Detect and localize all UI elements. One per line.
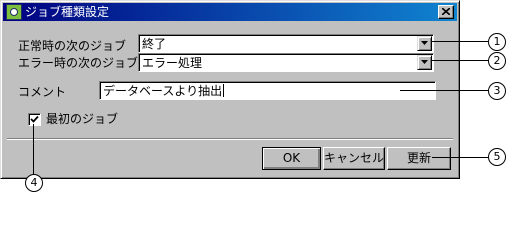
first-job-checkbox[interactable]: [28, 113, 41, 126]
callout-5: 5: [488, 148, 506, 166]
callout-line-2: [432, 60, 488, 61]
callout-line-1: [432, 41, 488, 42]
close-button[interactable]: [438, 5, 454, 19]
next-job-normal-value: 終了: [142, 37, 167, 51]
ok-button[interactable]: OK: [262, 147, 321, 170]
job-type-settings-dialog: ジョブ種類設定 正常時の次のジョブ 終了 エラー時の次のジョブ エラー処理 コメ…: [0, 0, 460, 179]
next-job-error-label: エラー時の次のジョブ: [18, 56, 139, 70]
close-icon: [442, 8, 450, 15]
next-job-normal-dropdown-button[interactable]: [417, 36, 432, 51]
next-job-normal-label: 正常時の次のジョブ: [18, 39, 127, 53]
next-job-error-dropdown-button[interactable]: [417, 55, 432, 70]
callout-1: 1: [488, 33, 506, 51]
callout-line-3: [400, 90, 488, 91]
next-job-error-value: エラー処理: [142, 56, 203, 70]
dialog-title: ジョブ種類設定: [25, 5, 110, 19]
app-icon: [6, 4, 22, 20]
comment-value: データベースより抽出: [103, 84, 223, 98]
callout-line-4: [33, 124, 34, 174]
checkmark-icon: [30, 115, 39, 123]
chevron-down-icon: [421, 41, 428, 45]
chevron-down-icon: [421, 60, 428, 64]
callout-line-5: [432, 157, 488, 158]
next-job-error-combobox[interactable]: エラー処理: [138, 53, 434, 72]
callout-4: 4: [25, 174, 43, 192]
comment-input[interactable]: データベースより抽出: [99, 81, 436, 100]
next-job-normal-combobox[interactable]: 終了: [138, 34, 434, 53]
callout-3: 3: [488, 82, 506, 100]
update-button[interactable]: 更新: [387, 147, 451, 170]
separator: [7, 138, 453, 140]
cancel-button[interactable]: キャンセル: [323, 147, 385, 170]
title-bar[interactable]: ジョブ種類設定: [3, 3, 457, 21]
first-job-label[interactable]: 最初のジョブ: [46, 112, 118, 126]
callout-2: 2: [488, 52, 506, 70]
text-caret: [223, 84, 225, 97]
comment-label: コメント: [18, 85, 67, 99]
